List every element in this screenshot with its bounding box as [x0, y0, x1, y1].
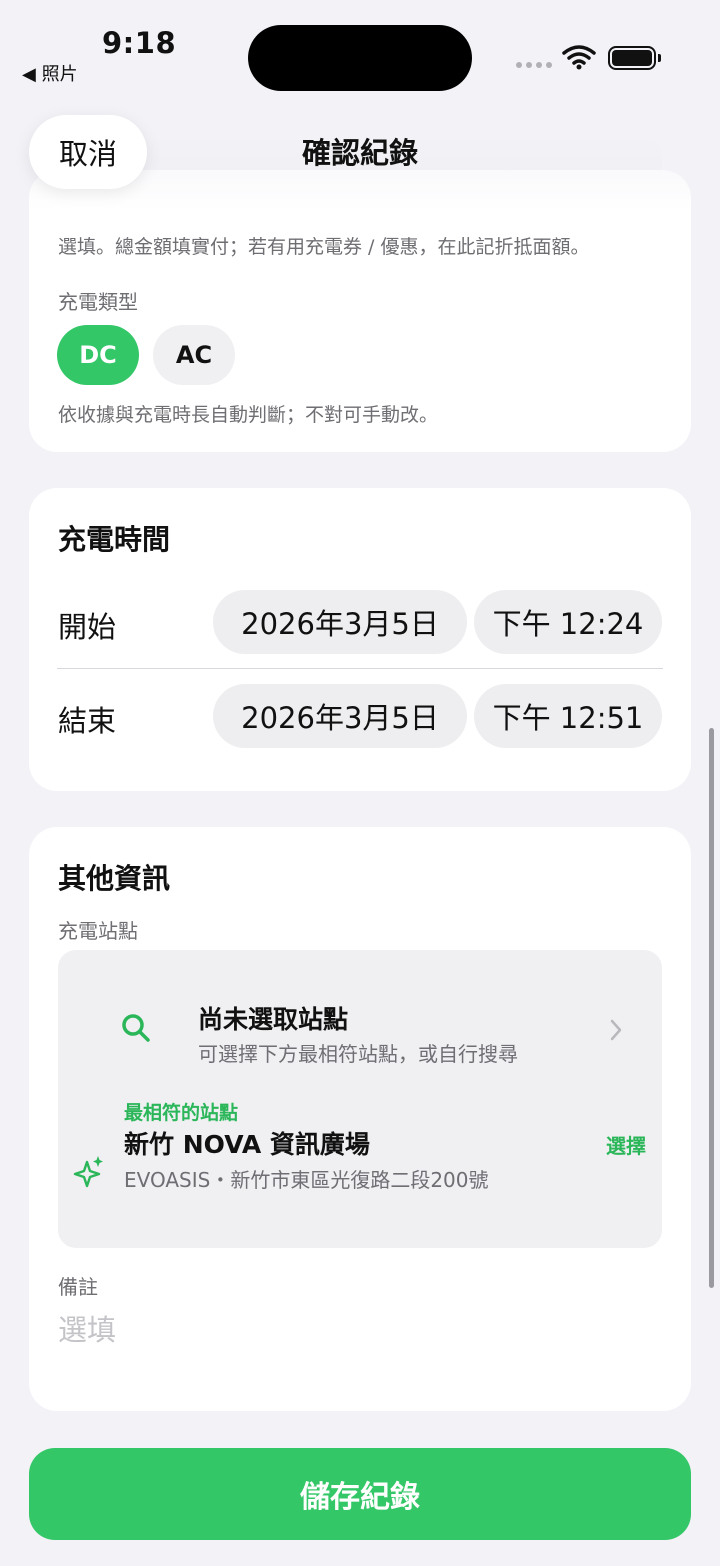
battery-icon [608, 46, 661, 70]
other-info-card: 其他資訊 充電站點 尚未選取站點 可選擇下方最相符站點，或自行搜尋 最相符的站點… [29, 827, 691, 1411]
station-title: 尚未選取站點 [198, 1005, 349, 1034]
other-info-title: 其他資訊 [58, 862, 171, 895]
cellular-signal-icon [516, 62, 552, 68]
station-search-row[interactable]: 尚未選取站點 可選擇下方最相符站點，或自行搜尋 [58, 950, 662, 1100]
amount-hint: 選填。總金額填實付；若有用充電券 / 優惠，在此記折抵面額。 [58, 236, 590, 258]
chip-ac[interactable]: AC [153, 325, 235, 385]
station-subtitle: 可選擇下方最相符站點，或自行搜尋 [198, 1042, 518, 1066]
start-label: 開始 [58, 610, 117, 644]
wifi-icon [562, 45, 596, 70]
best-match-name: 新竹 NOVA 資訊廣場 [124, 1130, 370, 1159]
start-time-picker[interactable]: 下午 12:24 [474, 590, 662, 654]
best-match-row: 最相符的站點 新竹 NOVA 資訊廣場 EVOASIS・新竹市東區光復路二段20… [58, 1102, 662, 1228]
scrollbar[interactable] [709, 728, 714, 1288]
back-to-app-link[interactable]: ◀ 照片 [22, 60, 78, 86]
search-icon [122, 1014, 150, 1042]
save-record-button[interactable]: 儲存紀錄 [29, 1448, 691, 1540]
charge-time-card: 充電時間 開始 2026年3月5日 下午 12:24 結束 2026年3月5日 … [29, 488, 691, 791]
time-divider [57, 668, 663, 669]
note-label: 備註 [58, 1275, 98, 1299]
station-box: 尚未選取站點 可選擇下方最相符站點，或自行搜尋 最相符的站點 新竹 NOVA 資… [58, 950, 662, 1248]
charge-type-card: 選填。總金額填實付；若有用充電券 / 優惠，在此記折抵面額。 充電類型 DC A… [29, 170, 691, 452]
best-match-tag: 最相符的站點 [124, 1102, 239, 1124]
chevron-right-icon [610, 1019, 622, 1041]
start-date-picker[interactable]: 2026年3月5日 [213, 590, 467, 654]
sparkles-icon [73, 1156, 103, 1188]
best-match-address: EVOASIS・新竹市東區光復路二段200號 [124, 1168, 489, 1192]
charge-type-label: 充電類型 [58, 290, 138, 314]
screen: 元 選填。總金額填實付；若有用充電券 / 優惠，在此記折抵面額。 充電類型 DC… [0, 0, 720, 1566]
charge-time-title: 充電時間 [58, 523, 171, 556]
status-time: 9:18 [102, 26, 177, 60]
station-label: 充電站點 [58, 919, 138, 943]
end-date-picker[interactable]: 2026年3月5日 [213, 684, 467, 748]
page-title: 確認紀錄 [301, 136, 418, 170]
end-label: 結束 [58, 704, 117, 738]
dynamic-island [248, 25, 472, 91]
charge-type-hint: 依收據與充電時長自動判斷；不對可手動改。 [58, 404, 439, 426]
status-bar: 9:18 ◀ 照片 [0, 0, 720, 100]
end-time-picker[interactable]: 下午 12:51 [474, 684, 662, 748]
note-input[interactable]: 選填 [58, 1307, 662, 1349]
chip-dc[interactable]: DC [57, 325, 139, 385]
select-button[interactable]: 選擇 [606, 1130, 646, 1159]
